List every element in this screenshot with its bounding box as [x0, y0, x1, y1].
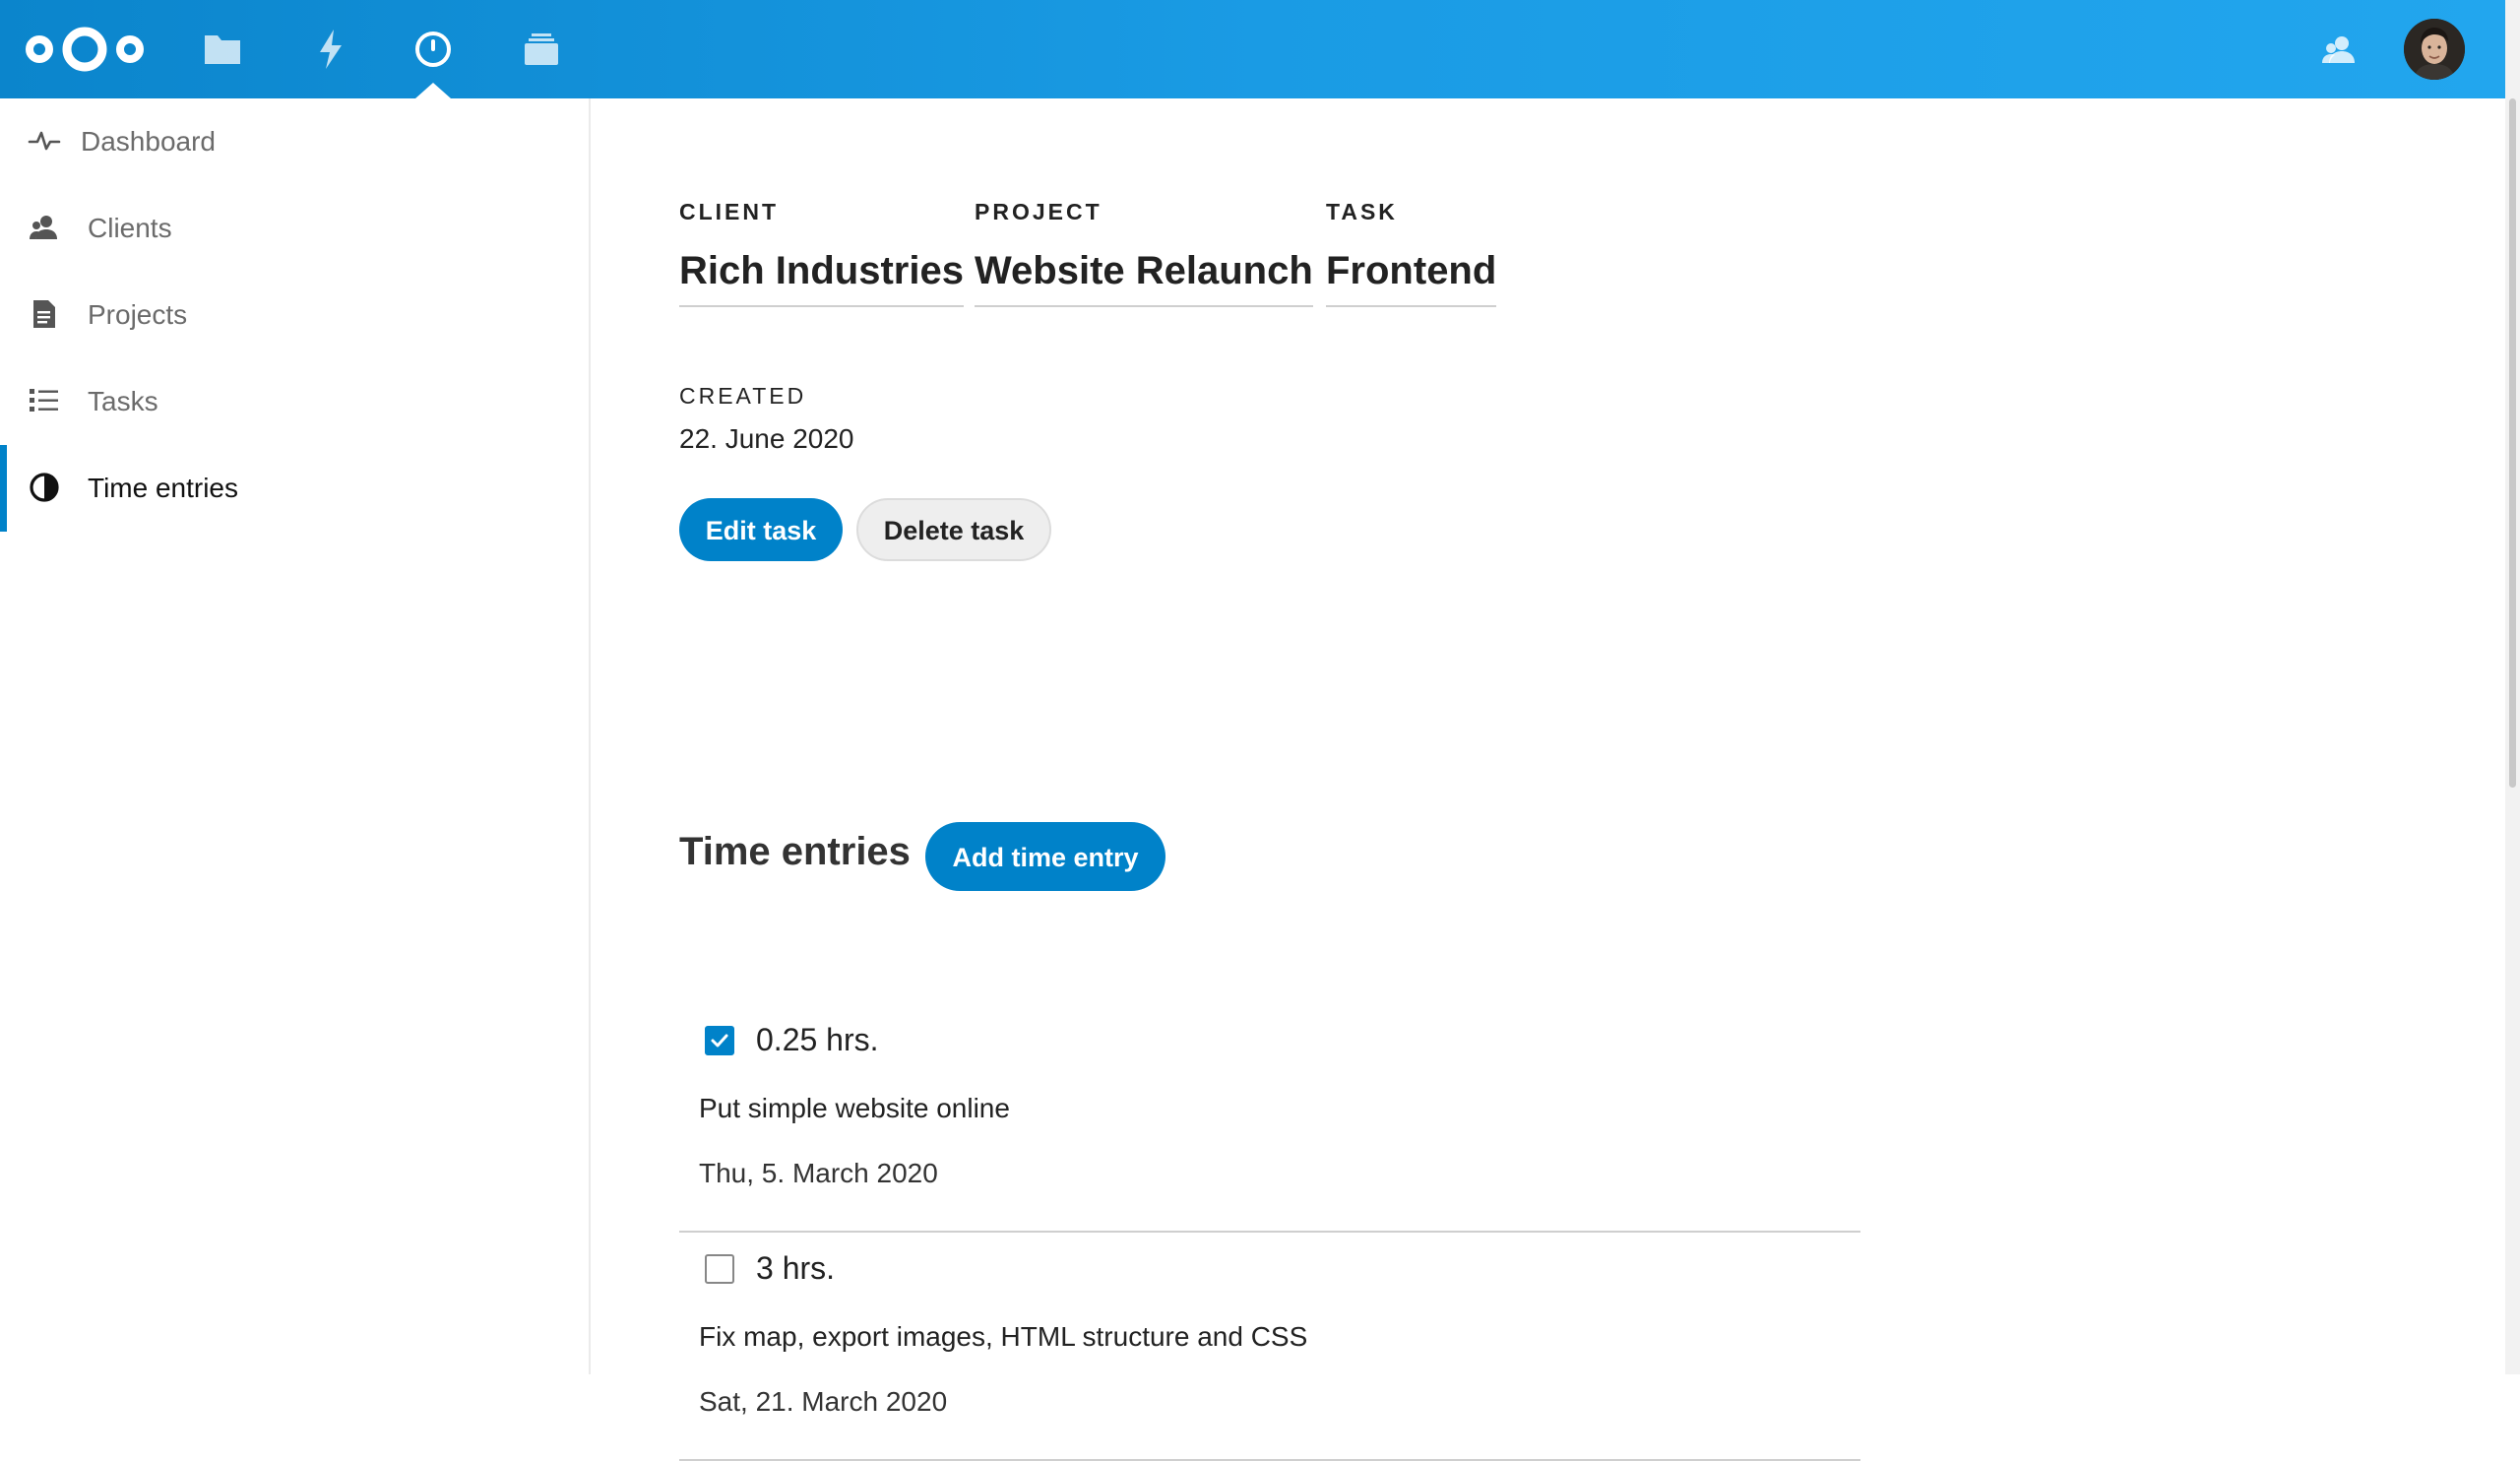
task-value[interactable]: Frontend: [1326, 246, 1497, 307]
time-entry-hours: 0.25 hrs.: [756, 1022, 879, 1057]
sidebar-item-label: Dashboard: [81, 126, 216, 157]
scrollbar-thumb[interactable]: [2509, 98, 2516, 788]
time-entry-description: Put simple website online: [699, 1093, 1010, 1123]
sidebar-item-projects[interactable]: Projects: [0, 272, 589, 358]
time-entry-description: Fix map, export images, HTML structure a…: [699, 1321, 1308, 1352]
edit-task-button[interactable]: Edit task: [679, 498, 843, 561]
created-date: 22. June 2020: [679, 423, 854, 454]
add-time-entry-button[interactable]: Add time entry: [925, 822, 1166, 891]
checkmark-icon: [711, 1034, 728, 1048]
client-field: CLIENT Rich Industries: [679, 197, 964, 307]
sidebar-item-dashboard[interactable]: Dashboard: [0, 98, 589, 185]
time-entry-date: Thu, 5. March 2020: [699, 1158, 938, 1188]
client-value[interactable]: Rich Industries: [679, 246, 964, 307]
time-entry-hours: 3 hrs.: [756, 1250, 836, 1286]
sidebar-item-clients[interactable]: Clients: [0, 185, 589, 272]
project-value[interactable]: Website Relaunch: [975, 246, 1313, 307]
sidebar-item-label: Projects: [88, 299, 188, 330]
client-label: CLIENT: [679, 199, 780, 224]
user-avatar[interactable]: [2404, 19, 2465, 80]
time-entries-heading: Time entries: [679, 830, 911, 873]
project-field: PROJECT Website Relaunch: [975, 197, 1313, 307]
time-entry-item: 3 hrs. Fix map, export images, HTML stru…: [679, 1231, 1860, 1461]
list-icon: [28, 384, 61, 417]
time-entry-checkbox[interactable]: [705, 1026, 734, 1055]
main-content: CLIENT Rich Industries PROJECT Website R…: [591, 98, 2505, 1461]
pulse-icon: [28, 124, 61, 158]
time-entry-date: Sat, 21. March 2020: [699, 1386, 948, 1417]
sidebar-item-label: Time entries: [88, 473, 239, 503]
sidebar-item-tasks[interactable]: Tasks: [0, 358, 589, 445]
project-label: PROJECT: [975, 199, 1102, 224]
task-field: TASK Frontend: [1326, 197, 1497, 307]
time-entry-checkbox[interactable]: [705, 1254, 734, 1284]
active-app-indicator: [415, 83, 451, 98]
sidebar-item-time-entries[interactable]: Time entries: [0, 445, 589, 532]
files-app-folder-icon[interactable]: [199, 26, 246, 73]
task-label: TASK: [1326, 199, 1398, 224]
people-icon: [28, 211, 61, 244]
activity-app-lightning-icon[interactable]: [307, 26, 354, 73]
created-label: CREATED: [679, 383, 807, 409]
time-entry-item: 0.25 hrs. Put simple website online Thu,…: [679, 1002, 1860, 1233]
deck-app-cards-icon[interactable]: [518, 26, 565, 73]
nextcloud-logo-icon[interactable]: [22, 22, 148, 77]
app-navigation-sidebar: Dashboard Clients Projects Tasks Time en…: [0, 98, 591, 1374]
pie-clock-icon: [28, 471, 61, 504]
sidebar-item-label: Clients: [88, 213, 172, 243]
contacts-menu-people-icon[interactable]: [2320, 32, 2358, 69]
document-icon: [28, 297, 61, 331]
delete-task-button[interactable]: Delete task: [856, 498, 1051, 561]
timemanager-app-clock-icon[interactable]: [410, 26, 457, 73]
top-header: [0, 0, 2520, 98]
sidebar-item-label: Tasks: [88, 386, 158, 416]
